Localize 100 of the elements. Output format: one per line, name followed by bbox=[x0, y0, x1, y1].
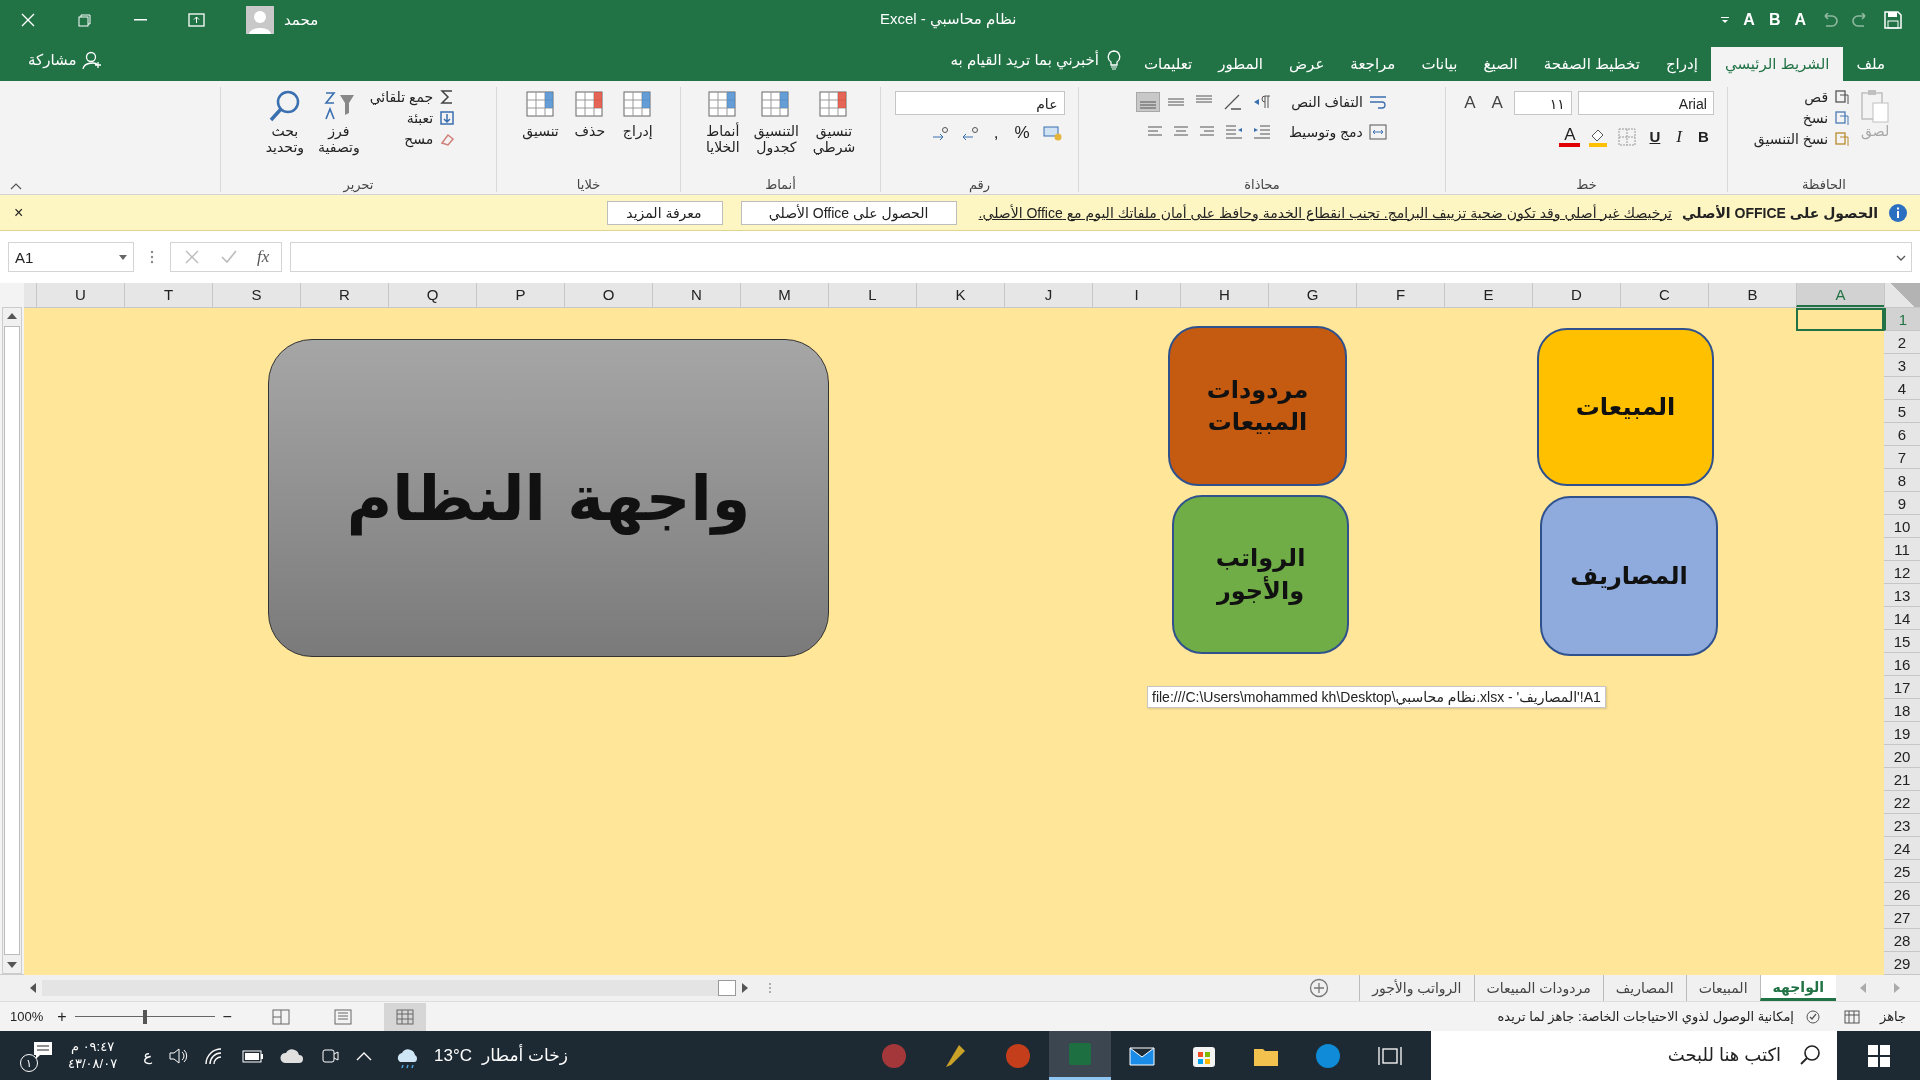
chevron-up-icon[interactable] bbox=[356, 1050, 373, 1061]
spreadsheet-app-icon[interactable] bbox=[1049, 1031, 1111, 1080]
active-cell[interactable] bbox=[1796, 308, 1884, 332]
battery-icon[interactable] bbox=[240, 1048, 265, 1063]
scrollbar-thumb[interactable] bbox=[4, 326, 20, 956]
formula-input[interactable] bbox=[290, 242, 1912, 273]
ribbon-button[interactable]: تنسيق bbox=[518, 86, 563, 141]
column-header[interactable]: K bbox=[916, 283, 1004, 308]
share-button[interactable]: مشاركة bbox=[28, 51, 103, 70]
language-indicator[interactable]: ع bbox=[143, 1046, 153, 1065]
add-sheet-icon[interactable] bbox=[1309, 978, 1330, 999]
close-button[interactable]: × bbox=[14, 203, 24, 222]
collapse-ribbon-icon[interactable] bbox=[10, 182, 22, 191]
quick-access-button[interactable]: A bbox=[1743, 11, 1755, 29]
font-style-button[interactable]: I bbox=[1671, 126, 1687, 147]
zoom-in-button[interactable]: + bbox=[57, 1007, 67, 1026]
font-style-button[interactable]: B bbox=[1693, 128, 1714, 146]
zoom-out-button[interactable]: − bbox=[222, 1007, 232, 1026]
vertical-align-icon[interactable] bbox=[1137, 92, 1160, 111]
merge-center-button[interactable]: دمج وتوسيط bbox=[1289, 123, 1387, 140]
column-header[interactable]: P bbox=[476, 283, 564, 308]
column-header[interactable]: B bbox=[1708, 283, 1796, 308]
ribbon-button[interactable]: أنماط الخلايا bbox=[701, 86, 744, 157]
ribbon-button[interactable]: حذف bbox=[568, 86, 611, 141]
column-header[interactable]: G bbox=[1268, 283, 1356, 308]
column-header[interactable]: R bbox=[300, 283, 388, 308]
save-icon[interactable] bbox=[1884, 11, 1902, 29]
column-header[interactable]: A bbox=[1796, 283, 1884, 308]
column-header[interactable]: U bbox=[36, 283, 124, 308]
sort-filter-button[interactable]: فرز وتصفية bbox=[314, 86, 364, 157]
ribbon-tab[interactable]: عرض bbox=[1275, 46, 1338, 81]
font-style-button[interactable]: U bbox=[1644, 128, 1666, 146]
zoom-level[interactable]: 100% bbox=[10, 1009, 44, 1025]
font-size-field[interactable]: ١١ bbox=[1513, 90, 1572, 115]
scrollbar-thumb[interactable] bbox=[718, 980, 736, 997]
ribbon-tab[interactable]: ملف bbox=[1843, 46, 1898, 81]
ribbon-tab[interactable]: مراجعة bbox=[1337, 46, 1409, 81]
message-button[interactable]: الحصول على Office الأصلي bbox=[740, 200, 957, 225]
clock[interactable]: ٠٩:٤٧ م ٤٣/٠٨/٠٧ bbox=[68, 1038, 118, 1073]
column-header[interactable]: E bbox=[1444, 283, 1532, 308]
navigation-shape-button[interactable]: مردودات المبيعات bbox=[1168, 326, 1347, 487]
column-header[interactable]: N bbox=[652, 283, 740, 308]
column-header[interactable]: L bbox=[828, 283, 916, 308]
ribbon-tab[interactable]: بيانات bbox=[1408, 46, 1471, 81]
navigation-shape-button[interactable]: الرواتب والأجور bbox=[1172, 495, 1349, 655]
license-message-link[interactable]: ترخيصك غير أصلي وقد تكون ضحية تزييف البرامج. تجنب انقطاع الخدمة وحافظ على أمان ملفاتك اليوم مع Office الأصلي. bbox=[978, 204, 1673, 221]
tell-me-field[interactable]: أخبرني بما تريد القيام به bbox=[950, 51, 1099, 70]
column-header[interactable]: M bbox=[740, 283, 828, 308]
clipboard-button[interactable]: نسخ التنسيق bbox=[1753, 130, 1851, 147]
column-header[interactable]: J bbox=[1004, 283, 1092, 308]
ribbon-tab[interactable]: الصيغ bbox=[1470, 46, 1531, 81]
normal-view-icon[interactable] bbox=[383, 1002, 426, 1031]
clipboard-button[interactable]: قص bbox=[1753, 88, 1851, 105]
taskbar-search-field[interactable]: اكتب هنا للبحث bbox=[1431, 1031, 1837, 1080]
ribbon-button[interactable]: إدراج bbox=[616, 86, 659, 141]
accessibility-status[interactable]: إمكانية الوصول لذوي الاحتياجات الخاصة: جاهز لما تريده bbox=[1497, 1009, 1794, 1025]
column-header[interactable]: Q bbox=[388, 283, 476, 308]
message-button[interactable]: معرفة المزيد bbox=[606, 200, 723, 225]
editing-button[interactable]: تعبئة bbox=[369, 109, 456, 126]
camera-icon[interactable] bbox=[320, 1046, 341, 1065]
column-header[interactable]: H bbox=[1180, 283, 1268, 308]
column-header[interactable]: D bbox=[1532, 283, 1620, 308]
ribbon-tab[interactable]: تخطيط الصفحة bbox=[1530, 46, 1653, 81]
zoom-slider-thumb[interactable] bbox=[142, 1009, 147, 1024]
vertical-scrollbar[interactable] bbox=[2, 307, 22, 975]
find-select-button[interactable]: بحث وتحديد bbox=[261, 86, 309, 157]
editing-button[interactable]: جمع تلقائي bbox=[369, 88, 456, 105]
insert-function-button[interactable]: fx bbox=[257, 247, 270, 268]
column-header[interactable]: C bbox=[1620, 283, 1708, 308]
ribbon-button[interactable]: تنسيق شرطي bbox=[808, 86, 860, 157]
column-header[interactable]: S bbox=[212, 283, 300, 308]
name-box[interactable]: A1 bbox=[8, 242, 134, 273]
quick-access-button[interactable]: A bbox=[1794, 11, 1806, 29]
ribbon-tab[interactable]: إدراج bbox=[1652, 46, 1711, 81]
quick-access-button[interactable]: B bbox=[1768, 11, 1781, 29]
font-size-button[interactable]: A bbox=[1459, 92, 1481, 113]
ribbon-tab[interactable]: تعليمات bbox=[1130, 46, 1206, 81]
number-style-button[interactable]: , bbox=[988, 122, 1004, 143]
ribbon-button[interactable]: التنسيق كجدول bbox=[749, 86, 803, 157]
navigation-shape-button[interactable]: المصاريف bbox=[1540, 496, 1718, 657]
sheet-tab[interactable]: الواجهه bbox=[1759, 975, 1836, 1002]
number-format-field[interactable]: عام bbox=[894, 90, 1065, 115]
column-header[interactable]: I bbox=[1092, 283, 1180, 308]
volume-icon[interactable] bbox=[168, 1046, 189, 1065]
cloud-icon[interactable] bbox=[280, 1048, 305, 1063]
number-style-button[interactable]: % bbox=[1009, 122, 1035, 143]
ribbon-tab[interactable]: الشريط الرئيسي bbox=[1710, 46, 1844, 81]
ribbon-tab[interactable]: المطور bbox=[1205, 46, 1276, 81]
wrap-text-button[interactable]: التفاف النص bbox=[1291, 93, 1387, 110]
customize-caret-icon[interactable] bbox=[1721, 16, 1730, 24]
expand-icon[interactable] bbox=[1896, 255, 1906, 261]
editing-button[interactable]: مسح bbox=[369, 130, 456, 147]
navigation-shape-button[interactable]: المبيعات bbox=[1537, 328, 1714, 487]
font-color-button[interactable]: A bbox=[1559, 126, 1581, 147]
split-handle-icon[interactable] bbox=[768, 982, 772, 995]
row-header[interactable]: 1 bbox=[1884, 308, 1920, 332]
clipboard-button[interactable]: نسخ bbox=[1753, 109, 1851, 126]
font-size-button[interactable]: A bbox=[1486, 92, 1508, 113]
column-header[interactable]: O bbox=[564, 283, 652, 308]
column-header[interactable]: F bbox=[1356, 283, 1444, 308]
